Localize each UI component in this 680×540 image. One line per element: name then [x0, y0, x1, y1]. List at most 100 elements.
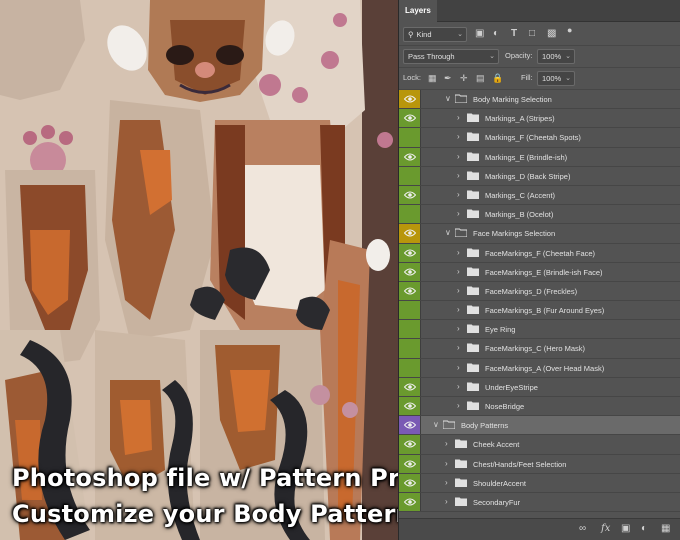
filter-toggle-icon[interactable]: ●	[567, 24, 572, 36]
layer-row[interactable]: › FaceMarkings_F (Cheetah Face)	[399, 243, 680, 263]
chevron-down-icon[interactable]: ∨	[445, 94, 451, 103]
chevron-down-icon[interactable]: ∨	[433, 420, 439, 429]
filter-kind-select[interactable]: ⚲ Kind ⌄	[403, 27, 467, 42]
visibility-toggle[interactable]	[399, 397, 421, 416]
visibility-toggle[interactable]	[399, 128, 421, 147]
layer-row[interactable]: ∨ Body Patterns	[399, 416, 680, 436]
fill-value: 100%	[542, 74, 562, 83]
visibility-toggle[interactable]	[399, 339, 421, 358]
visibility-toggle[interactable]	[399, 492, 421, 512]
chevron-right-icon[interactable]: ›	[457, 171, 460, 180]
layer-row[interactable]: › NoseBridge	[399, 397, 680, 417]
chevron-right-icon[interactable]: ›	[457, 267, 460, 276]
visibility-toggle[interactable]	[399, 205, 421, 224]
link-layers-icon[interactable]: ∞	[579, 523, 586, 534]
layer-row[interactable]: › UnderEyeStripe	[399, 377, 680, 397]
lock-transparent-icon[interactable]: ▦	[428, 72, 437, 84]
type-filter-icon[interactable]: T	[511, 28, 517, 40]
layer-name: Chest/Hands/Feet Selection	[473, 459, 567, 469]
chevron-down-icon: ⌄	[565, 53, 571, 60]
chevron-right-icon[interactable]: ›	[457, 343, 460, 352]
chevron-right-icon[interactable]: ›	[457, 324, 460, 333]
visibility-toggle[interactable]	[399, 281, 421, 301]
shape-filter-icon[interactable]: □	[529, 28, 535, 40]
layer-row[interactable]: › Chest/Hands/Feet Selection	[399, 454, 680, 474]
visibility-toggle[interactable]	[399, 90, 421, 109]
lock-artboard-icon[interactable]: ▤	[476, 72, 485, 84]
layer-row[interactable]: ∨ Face Markings Selection	[399, 224, 680, 244]
visibility-toggle[interactable]	[399, 262, 421, 281]
adjustment-layer-icon[interactable]: ◐	[641, 523, 647, 534]
layer-name: Body Marking Selection	[473, 95, 552, 104]
visibility-toggle[interactable]	[399, 109, 421, 128]
visibility-toggle[interactable]	[399, 435, 421, 454]
chevron-right-icon[interactable]: ›	[457, 132, 460, 141]
eye-icon	[404, 498, 416, 506]
layer-row[interactable]: › Markings_E (Brindle-ish)	[399, 147, 680, 167]
layer-row[interactable]: ∨ Body Marking Selection	[399, 90, 680, 110]
visibility-toggle[interactable]	[399, 358, 421, 377]
layer-name: Body Patterns	[461, 421, 509, 431]
layer-row[interactable]: › Markings_A (Stripes)	[399, 109, 680, 129]
smart-object-filter-icon[interactable]: ▩	[547, 28, 556, 40]
layer-row[interactable]: › Markings_C (Accent)	[399, 185, 680, 206]
document-canvas[interactable]: Photoshop file w/ Pattern Presets Custom…	[0, 0, 398, 540]
new-group-icon[interactable]: ▦	[661, 523, 670, 534]
layer-row[interactable]: › SecondaryFur	[399, 492, 680, 513]
visibility-toggle[interactable]	[399, 301, 421, 320]
layer-row[interactable]: › Markings_F (Cheetah Spots)	[399, 128, 680, 148]
visibility-toggle[interactable]	[399, 416, 421, 435]
chevron-right-icon[interactable]: ›	[457, 401, 460, 410]
adjustment-filter-icon[interactable]: ◐	[493, 28, 499, 40]
visibility-toggle[interactable]	[399, 185, 421, 205]
layer-style-fx-icon[interactable]: fx	[601, 523, 610, 534]
visibility-toggle[interactable]	[399, 473, 421, 492]
layer-row[interactable]: › FaceMarkings_A (Over Head Mask)	[399, 358, 680, 378]
chevron-right-icon[interactable]: ›	[445, 439, 448, 448]
chevron-right-icon[interactable]: ›	[445, 478, 448, 487]
chevron-right-icon[interactable]: ›	[457, 305, 460, 314]
folder-icon	[455, 478, 467, 487]
chevron-right-icon[interactable]: ›	[457, 209, 460, 218]
folder-icon	[467, 324, 479, 334]
pixel-filter-icon[interactable]: ▣	[475, 28, 484, 40]
add-mask-icon[interactable]: ▣	[621, 523, 630, 534]
visibility-toggle[interactable]	[399, 377, 421, 396]
lock-brush-icon[interactable]: ✒	[444, 72, 452, 84]
chevron-right-icon[interactable]: ›	[445, 459, 448, 468]
layer-row[interactable]: › FaceMarkings_B (Fur Around Eyes)	[399, 301, 680, 321]
folder-icon	[467, 343, 479, 353]
chevron-right-icon[interactable]: ›	[457, 152, 460, 161]
chevron-right-icon[interactable]: ›	[457, 382, 460, 391]
layer-name: Face Markings Selection	[473, 229, 556, 239]
chevron-right-icon[interactable]: ›	[457, 363, 460, 372]
visibility-toggle[interactable]	[399, 454, 421, 473]
layer-row[interactable]: › FaceMarkings_C (Hero Mask)	[399, 339, 680, 359]
lock-all-icon[interactable]: 🔒	[492, 72, 503, 84]
chevron-right-icon[interactable]: ›	[457, 248, 460, 257]
chevron-right-icon[interactable]: ›	[457, 286, 460, 295]
layer-row[interactable]: › FaceMarkings_E (Brindle-ish Face)	[399, 262, 680, 282]
lock-move-icon[interactable]: ✛	[460, 72, 468, 84]
blend-mode-select[interactable]: Pass Through ⌄	[403, 49, 499, 64]
tab-layers[interactable]: Layers	[399, 0, 437, 22]
chevron-down-icon[interactable]: ∨	[445, 228, 451, 237]
chevron-right-icon[interactable]: ›	[445, 497, 448, 506]
caption-line-2: Customize your Body Pattern & Color	[12, 500, 398, 528]
visibility-toggle[interactable]	[399, 224, 421, 243]
visibility-toggle[interactable]	[399, 147, 421, 166]
layer-row[interactable]: › Cheek Accent	[399, 435, 680, 455]
layer-row[interactable]: › Markings_D (Back Stripe)	[399, 166, 680, 186]
layer-row[interactable]: › ShoulderAccent	[399, 473, 680, 493]
visibility-toggle[interactable]	[399, 243, 421, 262]
chevron-right-icon[interactable]: ›	[457, 190, 460, 199]
visibility-toggle[interactable]	[399, 320, 421, 339]
chevron-right-icon[interactable]: ›	[457, 113, 460, 122]
layer-name: Markings_B (Ocelot)	[485, 210, 554, 220]
opacity-input[interactable]: 100% ⌄	[537, 49, 575, 64]
layer-row[interactable]: › Eye Ring	[399, 320, 680, 340]
layer-row[interactable]: › FaceMarkings_D (Freckles)	[399, 281, 680, 302]
layer-row[interactable]: › Markings_B (Ocelot)	[399, 205, 680, 225]
fill-input[interactable]: 100% ⌄	[537, 71, 575, 86]
visibility-toggle[interactable]	[399, 166, 421, 185]
